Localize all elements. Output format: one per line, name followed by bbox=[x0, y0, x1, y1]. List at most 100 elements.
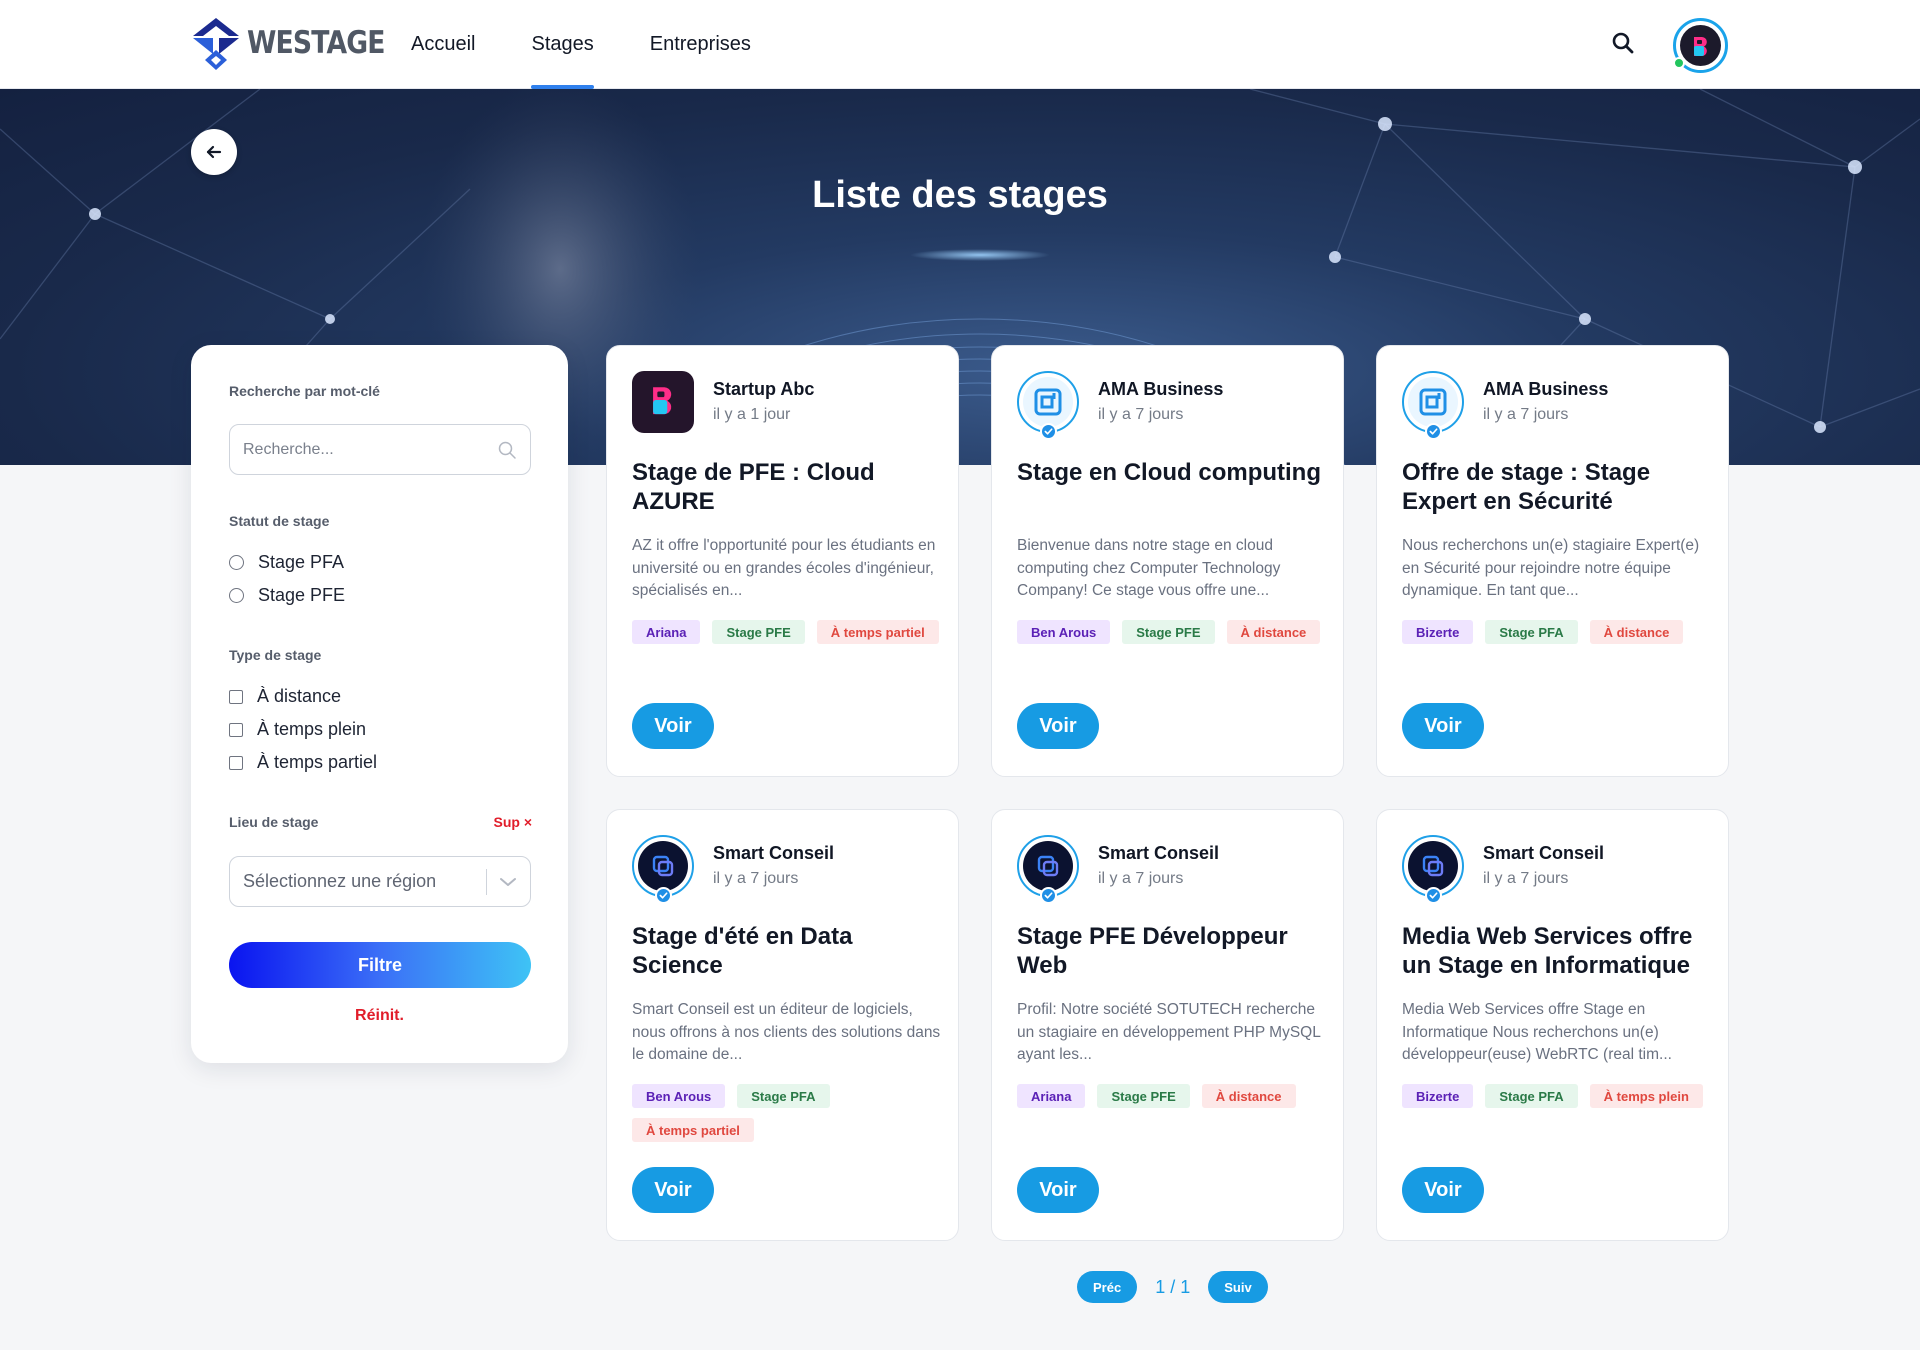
posted-time: il y a 7 jours bbox=[1483, 406, 1569, 423]
checkbox[interactable] bbox=[229, 755, 243, 770]
voir-button[interactable]: Voir bbox=[1402, 703, 1484, 749]
internship-card[interactable]: Startup Abc il y a 1 jour Stage de PFE : C… bbox=[606, 345, 959, 777]
type-option-label: À temps partiel bbox=[257, 752, 378, 772]
internship-title[interactable]: Stage en Cloud computing bbox=[1017, 458, 1327, 487]
b-logo-icon bbox=[1693, 36, 1707, 56]
internship-description: Smart Conseil est un éditeur de logiciel… bbox=[632, 1001, 941, 1063]
next-page-button[interactable]: Suiv bbox=[1208, 1271, 1268, 1303]
reset-link[interactable]: Réinit. bbox=[191, 1007, 568, 1025]
westage-logo[interactable]: WESTAGE bbox=[191, 16, 407, 70]
keyword-search-input[interactable]: Recherche... bbox=[229, 424, 531, 475]
keyword-label: Recherche par mot-clé bbox=[229, 383, 380, 399]
verified-badge-icon bbox=[1425, 887, 1442, 904]
region-placeholder: Sélectionnez une région bbox=[243, 871, 437, 891]
select-divider bbox=[486, 868, 487, 895]
internship-description: Media Web Services offre Stage en Inform… bbox=[1402, 1001, 1672, 1063]
smart-logo-icon bbox=[1408, 841, 1458, 891]
type-option-temps-partiel[interactable]: À temps partiel bbox=[229, 752, 377, 773]
tag-loc: Ariana bbox=[632, 620, 701, 644]
tag-mode: À distance bbox=[1589, 620, 1684, 644]
tag-type: Stage PFA bbox=[1485, 620, 1578, 644]
internship-card[interactable]: Smart Conseil il y a 7 jours Media Web Ser… bbox=[1376, 809, 1729, 1241]
pagination: Préc 1 / 1 Suiv bbox=[1077, 1271, 1268, 1303]
radio-button[interactable] bbox=[229, 588, 244, 603]
search-icon bbox=[498, 441, 516, 459]
tag-type: Stage PFE bbox=[712, 620, 805, 644]
tag-loc: Bizerte bbox=[1402, 1084, 1474, 1108]
type-option-label: À temps plein bbox=[257, 719, 367, 739]
status-option-label: Stage PFA bbox=[258, 552, 345, 572]
nav-accueil[interactable]: Accueil bbox=[411, 0, 475, 89]
filters-panel: Recherche par mot-clé Recherche... Statu… bbox=[191, 345, 568, 1063]
internship-description: AZ it offre l'opportunité pour les étudi… bbox=[632, 537, 936, 599]
tag-type: Stage PFE bbox=[1097, 1084, 1190, 1108]
search-placeholder: Recherche... bbox=[243, 440, 334, 458]
internship-title[interactable]: Stage PFE Développeur Web bbox=[1017, 922, 1327, 980]
search-icon bbox=[1612, 32, 1634, 54]
tag-mode: À temps plein bbox=[1589, 1084, 1703, 1108]
internship-card[interactable]: AMA Business il y a 7 jours Stage en Cloud… bbox=[991, 345, 1344, 777]
clear-location-button[interactable]: Sup × bbox=[493, 814, 532, 830]
posted-time: il y a 7 jours bbox=[713, 870, 799, 887]
tag-list: Ariana Stage PFE À temps partiel bbox=[632, 620, 944, 644]
internship-card[interactable]: Smart Conseil il y a 7 jours Stage d'été e… bbox=[606, 809, 959, 1241]
back-button[interactable] bbox=[191, 129, 237, 175]
logo-text: WESTAGE bbox=[247, 25, 386, 61]
nav-entreprises[interactable]: Entreprises bbox=[650, 0, 751, 89]
voir-button[interactable]: Voir bbox=[1017, 703, 1099, 749]
radio-button[interactable] bbox=[229, 555, 244, 570]
arrow-left-icon bbox=[206, 145, 222, 159]
type-option-distance[interactable]: À distance bbox=[229, 686, 341, 707]
smart-logo-icon bbox=[638, 841, 688, 891]
verified-badge-icon bbox=[1040, 423, 1057, 440]
chevron-down-icon bbox=[500, 877, 516, 886]
internship-title[interactable]: Offre de stage : Stage Expert en Sécurit… bbox=[1402, 458, 1712, 516]
filter-button[interactable]: Filtre bbox=[229, 942, 531, 988]
internship-title[interactable]: Stage de PFE : Cloud AZURE bbox=[632, 458, 942, 516]
voir-button[interactable]: Voir bbox=[1402, 1167, 1484, 1213]
company-name: AMA Business bbox=[1483, 379, 1609, 399]
internship-description: Profil: Notre société SOTUTECH recherche… bbox=[1017, 1001, 1321, 1063]
internship-card[interactable]: Smart Conseil il y a 7 jours Stage PFE Dév… bbox=[991, 809, 1344, 1241]
checkbox[interactable] bbox=[229, 722, 243, 737]
type-option-temps-plein[interactable]: À temps plein bbox=[229, 719, 366, 740]
main-nav: Accueil Stages Entreprises bbox=[411, 0, 807, 89]
tag-loc: Ariana bbox=[1017, 1084, 1086, 1108]
voir-button[interactable]: Voir bbox=[1017, 1167, 1099, 1213]
company-name: Startup Abc bbox=[713, 379, 815, 399]
tag-list: Ben Arous Stage PFE À distance bbox=[1017, 620, 1329, 644]
tag-mode: À distance bbox=[1201, 1084, 1296, 1108]
company-name: Smart Conseil bbox=[1483, 843, 1605, 863]
tag-loc: Ben Arous bbox=[632, 1084, 726, 1108]
status-option-label: Stage PFE bbox=[258, 585, 346, 605]
internship-description: Nous recherchons un(e) stagiaire Expert(… bbox=[1402, 537, 1700, 599]
tag-type: Stage PFE bbox=[1122, 620, 1215, 644]
posted-time: il y a 1 jour bbox=[713, 406, 791, 423]
posted-time: il y a 7 jours bbox=[1098, 406, 1184, 423]
startup-logo-icon bbox=[646, 383, 680, 422]
internship-title[interactable]: Media Web Services offre un Stage en Inf… bbox=[1402, 922, 1712, 980]
checkbox[interactable] bbox=[229, 689, 243, 704]
nav-stages[interactable]: Stages bbox=[531, 0, 595, 89]
status-option-pfa[interactable]: Stage PFA bbox=[229, 552, 344, 573]
top-navbar: WESTAGE Accueil Stages Entreprises bbox=[0, 0, 1920, 89]
verified-badge-icon bbox=[1425, 423, 1442, 440]
company-name: Smart Conseil bbox=[1098, 843, 1220, 863]
tag-type: Stage PFA bbox=[737, 1084, 830, 1108]
ama-logo-icon bbox=[1408, 377, 1458, 427]
smart-logo-icon bbox=[1023, 841, 1073, 891]
posted-time: il y a 7 jours bbox=[1483, 870, 1569, 887]
tag-loc: Ben Arous bbox=[1017, 620, 1111, 644]
search-button[interactable] bbox=[1610, 30, 1638, 58]
voir-button[interactable]: Voir bbox=[632, 1167, 714, 1213]
company-logo bbox=[632, 371, 694, 433]
location-label: Lieu de stage bbox=[229, 814, 319, 830]
status-option-pfe[interactable]: Stage PFE bbox=[229, 585, 345, 606]
region-select[interactable]: Sélectionnez une région bbox=[229, 856, 531, 907]
type-option-label: À distance bbox=[257, 686, 342, 706]
prev-page-button[interactable]: Préc bbox=[1077, 1271, 1138, 1303]
internship-title[interactable]: Stage d'été en Data Science bbox=[632, 922, 942, 980]
tag-list: Bizerte Stage PFA À temps plein bbox=[1402, 1084, 1714, 1108]
voir-button[interactable]: Voir bbox=[632, 703, 714, 749]
internship-card[interactable]: AMA Business il y a 7 jours Offre de stage… bbox=[1376, 345, 1729, 777]
